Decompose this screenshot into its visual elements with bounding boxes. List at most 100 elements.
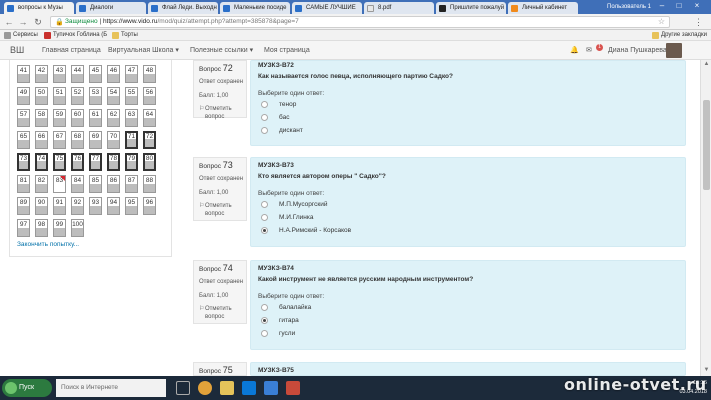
radio-button-selected[interactable]	[261, 317, 268, 324]
scroll-down-icon[interactable]: ▼	[703, 367, 710, 374]
radio-button[interactable]	[261, 214, 268, 221]
question-nav-button[interactable]: 59	[53, 109, 66, 127]
question-nav-button[interactable]: 81	[17, 175, 30, 193]
question-nav-button[interactable]: 44	[71, 65, 84, 83]
question-nav-button[interactable]: 53	[89, 87, 102, 105]
browser-tab[interactable]: Личный кабинет	[508, 2, 578, 14]
browser-tab[interactable]: Флай Леди. Выходн	[148, 2, 218, 14]
question-nav-button[interactable]: 47	[125, 65, 138, 83]
radio-button[interactable]	[261, 304, 268, 311]
question-nav-button[interactable]: 58	[35, 109, 48, 127]
question-nav-button[interactable]: 69	[89, 131, 102, 149]
question-nav-button[interactable]: 56	[143, 87, 156, 105]
question-nav-button[interactable]: 86	[107, 175, 120, 193]
browser-tab[interactable]: Диалоги	[76, 2, 146, 14]
question-nav-button[interactable]: 72	[143, 131, 156, 149]
task-view-icon[interactable]	[176, 381, 190, 395]
answer-option[interactable]: дискант	[258, 124, 678, 137]
answer-option[interactable]: балалайка	[258, 301, 678, 314]
question-nav-button[interactable]: 93	[89, 197, 102, 215]
radio-button[interactable]	[261, 201, 268, 208]
question-nav-button[interactable]: 64	[143, 109, 156, 127]
question-nav-button[interactable]: 63	[125, 109, 138, 127]
scroll-up-icon[interactable]: ▲	[703, 61, 710, 68]
question-nav-button[interactable]: 96	[143, 197, 156, 215]
question-nav-button[interactable]: 62	[107, 109, 120, 127]
answer-option[interactable]: Н.А.Римский - Корсаков	[258, 224, 678, 237]
bell-icon[interactable]: 🔔	[570, 41, 579, 60]
question-nav-button[interactable]: 88	[143, 175, 156, 193]
question-nav-button[interactable]: 43	[53, 65, 66, 83]
answer-option[interactable]: гусли	[258, 327, 678, 340]
answer-option[interactable]: М.И.Глинка	[258, 211, 678, 224]
question-nav-button[interactable]: 75	[53, 153, 66, 171]
edge-icon[interactable]	[264, 381, 278, 395]
browser-tab[interactable]: САМЫЕ ЛУЧШИЕ	[292, 2, 362, 14]
question-nav-button[interactable]: 83	[53, 175, 66, 193]
page-scrollbar[interactable]: ▲ ▼	[700, 60, 711, 376]
question-nav-button[interactable]: 94	[107, 197, 120, 215]
messages-icon[interactable]: ✉	[586, 41, 592, 60]
reload-icon[interactable]: ↻	[33, 17, 43, 27]
question-nav-button[interactable]: 52	[71, 87, 84, 105]
start-button[interactable]: Пуск	[2, 379, 52, 397]
radio-button[interactable]	[261, 114, 268, 121]
nav-link-school[interactable]: Виртуальная Школа ▾	[108, 41, 179, 60]
question-nav-button[interactable]: 54	[107, 87, 120, 105]
taskbar-search-input[interactable]: Поиск в Интернете	[56, 379, 166, 397]
app-icon[interactable]	[286, 381, 300, 395]
nav-link-mypage[interactable]: Моя страница	[264, 41, 310, 60]
browser-menu-icon[interactable]: ⋮	[694, 17, 703, 27]
nav-link-home[interactable]: Главная страница	[42, 41, 101, 60]
browser-tab[interactable]: Пришлите пожалуй	[436, 2, 506, 14]
browser-tab[interactable]: Маленькие посиде	[220, 2, 290, 14]
flag-question-toggle[interactable]: ⚐ Отметить вопрос	[199, 202, 246, 218]
question-nav-button[interactable]: 87	[125, 175, 138, 193]
question-nav-button[interactable]: 89	[17, 197, 30, 215]
question-nav-button[interactable]: 45	[89, 65, 102, 83]
scrollbar-thumb[interactable]	[703, 100, 710, 190]
bookmark-item[interactable]: Сервисы	[4, 30, 38, 41]
radio-button[interactable]	[261, 127, 268, 134]
question-nav-button[interactable]: 80	[143, 153, 156, 171]
question-nav-button[interactable]: 57	[17, 109, 30, 127]
question-nav-button[interactable]: 77	[89, 153, 102, 171]
question-nav-button[interactable]: 78	[107, 153, 120, 171]
question-nav-button[interactable]: 99	[53, 219, 66, 237]
browser-tab[interactable]: вопросы к Музы	[4, 2, 74, 14]
answer-option[interactable]: тенор	[258, 98, 678, 111]
back-icon[interactable]: ←	[4, 17, 14, 27]
question-nav-button[interactable]: 66	[35, 131, 48, 149]
question-nav-button[interactable]: 79	[125, 153, 138, 171]
question-nav-button[interactable]: 41	[17, 65, 30, 83]
question-nav-button[interactable]: 95	[125, 197, 138, 215]
radio-button[interactable]	[261, 330, 268, 337]
url-input[interactable]: 🔒 Защищено | https://www.vido.ru/mod/qui…	[50, 16, 670, 28]
question-nav-button[interactable]: 68	[71, 131, 84, 149]
answer-option[interactable]: гитара	[258, 314, 678, 327]
question-nav-button[interactable]: 51	[53, 87, 66, 105]
user-menu[interactable]: Диана Пушкарева ▾	[608, 41, 672, 60]
minimize-icon[interactable]: –	[655, 1, 669, 11]
question-nav-button[interactable]: 65	[17, 131, 30, 149]
question-nav-button[interactable]: 84	[71, 175, 84, 193]
question-nav-button[interactable]: 60	[71, 109, 84, 127]
question-nav-button[interactable]: 100	[71, 219, 84, 237]
question-nav-button[interactable]: 42	[35, 65, 48, 83]
chrome-icon[interactable]	[198, 381, 212, 395]
bookmark-item[interactable]: Тупичок Гоблина (Б	[44, 30, 107, 41]
question-nav-button[interactable]: 82	[35, 175, 48, 193]
browser-tab[interactable]: 8.pdf	[364, 2, 434, 14]
question-nav-button[interactable]: 73	[17, 153, 30, 171]
question-nav-button[interactable]: 71	[125, 131, 138, 149]
bookmark-star-icon[interactable]: ☆	[658, 17, 665, 27]
radio-button-selected[interactable]	[261, 227, 268, 234]
flag-question-toggle[interactable]: ⚐ Отметить вопрос	[199, 105, 246, 121]
store-icon[interactable]	[242, 381, 256, 395]
question-nav-button[interactable]: 61	[89, 109, 102, 127]
question-nav-button[interactable]: 49	[17, 87, 30, 105]
question-nav-button[interactable]: 92	[71, 197, 84, 215]
nav-link-useful[interactable]: Полезные ссылки ▾	[190, 41, 253, 60]
question-nav-button[interactable]: 55	[125, 87, 138, 105]
finish-attempt-link[interactable]: Закончить попытку...	[17, 241, 79, 248]
